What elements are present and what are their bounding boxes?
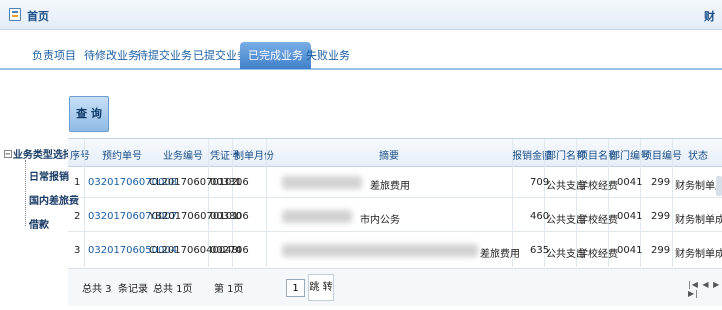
home-page-icon xyxy=(9,8,21,21)
month: 06 xyxy=(236,245,249,256)
status: 财务制单成功 xyxy=(675,215,722,226)
table-header: 序号 预约单号 业务编号 凭证号 制单月份 摘要 报销金额 部门名称 项目名称 … xyxy=(68,139,722,167)
summary: 市内公务 xyxy=(360,215,400,226)
page-nav-icons[interactable]: |◀ ◀ ▶ ▶| xyxy=(688,280,722,298)
row-index: 1 xyxy=(74,177,81,188)
total-records: 总共 3 xyxy=(82,284,112,295)
records-label: 条记录 xyxy=(118,284,148,295)
collapse-toggle-icon[interactable]: − xyxy=(4,149,12,158)
scrollbar[interactable] xyxy=(716,176,722,196)
col-project-no: 项目编号 xyxy=(642,151,682,162)
dept-no: 0041 xyxy=(617,245,643,256)
tree-item-daily-reimbursement[interactable]: 日常报销 xyxy=(29,168,69,183)
dept-no: 0041 xyxy=(617,177,643,188)
tab-strip: 负责项目 待修改业务 待提交业务 已提交业务 已完成业务 失败业务 xyxy=(0,39,722,70)
tree-connector xyxy=(25,160,26,226)
pagination-bar: 总共 3 条记录 总共 1页 第 1页 跳 转 |◀ ◀ ▶ ▶| xyxy=(68,268,722,306)
col-status: 状态 xyxy=(688,151,708,162)
tree-root[interactable]: − 业务类型选择 xyxy=(4,146,73,161)
business-type-tree: − 业务类型选择 日常报销 国内差旅费 借款 xyxy=(4,146,79,231)
query-button[interactable]: 查 询 xyxy=(69,96,109,132)
project-no: 299 xyxy=(651,245,671,256)
project-no: 299 xyxy=(651,177,671,188)
redacted-text xyxy=(282,210,352,223)
total-pages: 总共 1页 xyxy=(153,284,193,295)
col-booking-no: 预约单号 xyxy=(102,151,142,162)
tree-root-label: 业务类型选择 xyxy=(12,150,73,161)
summary: 差旅费用 xyxy=(480,249,520,260)
table-row[interactable]: 2 03201706070007 YB201706070101 00330 06… xyxy=(68,201,722,232)
project-name: 学校经费 xyxy=(578,181,618,192)
project-no: 299 xyxy=(651,211,671,222)
tab-failed[interactable]: 失败业务 xyxy=(298,42,358,69)
project-name: 学校经费 xyxy=(578,215,618,226)
title-bar: 首页 财 xyxy=(0,0,722,30)
summary: 差旅费用 xyxy=(370,181,410,192)
row-index: 3 xyxy=(74,245,81,256)
dept-no: 0041 xyxy=(617,211,643,222)
redacted-text xyxy=(282,244,478,257)
month: 06 xyxy=(236,211,249,222)
status: 财务制单成功 xyxy=(675,249,722,260)
table-row[interactable]: 1 03201706070008 CL201706070102 00331 06… xyxy=(68,167,722,198)
month: 06 xyxy=(236,177,249,188)
col-summary: 摘要 xyxy=(379,151,399,162)
col-month: 制单月份 xyxy=(234,151,274,162)
page-title: 首页 xyxy=(27,10,49,23)
table-row[interactable]: 3 03201706050004 CL201706040048 00274 06… xyxy=(68,235,722,266)
col-index: 序号 xyxy=(70,151,90,162)
status: 财务制单成功 xyxy=(675,181,722,192)
current-page: 第 1页 xyxy=(214,284,244,295)
redacted-text xyxy=(282,176,362,189)
tab-responsible-projects[interactable]: 负责项目 xyxy=(24,42,84,69)
col-business-no: 业务编号 xyxy=(163,151,203,162)
project-name: 学校经费 xyxy=(578,249,618,260)
row-index: 2 xyxy=(74,211,81,222)
title-right-text: 财 xyxy=(704,10,715,23)
page-number-input[interactable] xyxy=(286,279,305,297)
business-table: 序号 预约单号 业务编号 凭证号 制单月份 摘要 报销金额 部门名称 项目名称 … xyxy=(68,138,722,267)
jump-button[interactable]: 跳 转 xyxy=(308,274,334,301)
tree-item-loan[interactable]: 借款 xyxy=(29,216,49,231)
